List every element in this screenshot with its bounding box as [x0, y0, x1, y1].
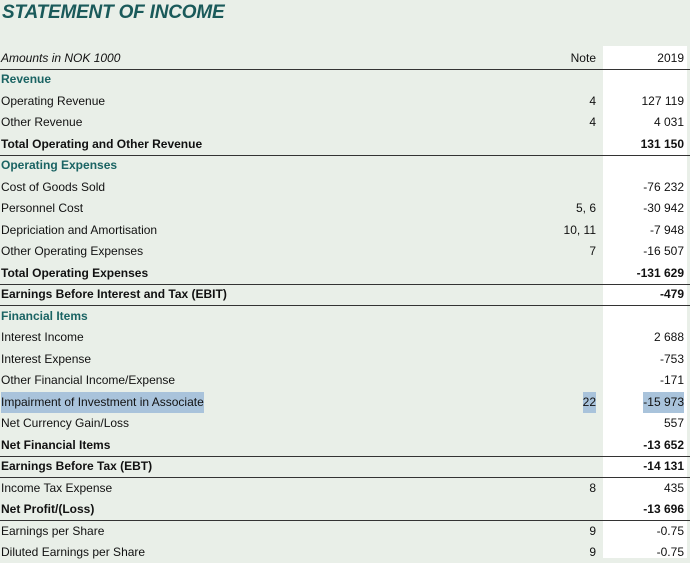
row-value: -13 652 [643, 438, 684, 452]
table-row: Interest Expense -753 [0, 349, 690, 370]
table-header: Amounts in NOK 1000 Note 2019 [0, 48, 690, 69]
row-value: 4 031 [653, 115, 684, 129]
row-label: Operating Revenue [1, 94, 106, 108]
table-row: Operating Revenue 4 127 119 [0, 91, 690, 112]
row-value: -14 131 [643, 459, 684, 473]
row-value: -7 948 [649, 223, 684, 237]
row-value: -13 696 [643, 502, 684, 516]
row-value: -15 973 [643, 392, 684, 413]
row-label: Depriciation and Amortisation [1, 223, 158, 237]
row-note: 4 [589, 115, 596, 129]
page-title: STATEMENT OF INCOME [2, 2, 225, 23]
table-row: Other Financial Income/Expense -171 [0, 370, 690, 391]
row-value: -0.75 [656, 524, 684, 538]
year-column-header: 2019 [657, 51, 684, 65]
row-label: Operating Expenses [1, 158, 118, 172]
row-value: 127 119 [641, 94, 685, 108]
row-label: Total Operating and Other Revenue [1, 137, 203, 151]
table-row: Personnel Cost 5, 6 -30 942 [0, 198, 690, 219]
row-label: Financial Items [1, 309, 88, 323]
table-row: Cost of Goods Sold -76 232 [0, 177, 690, 198]
section-header: Financial Items [0, 306, 690, 327]
row-value: -0.75 [656, 545, 684, 559]
row-value: -753 [659, 352, 684, 366]
row-note: 10, 11 [563, 223, 596, 237]
table-row: Depriciation and Amortisation 10, 11 -7 94… [0, 220, 690, 241]
table-row: Income Tax Expense 8 435 [0, 478, 690, 499]
total-row: Earnings Before Interest and Tax (EBIT) -… [0, 284, 690, 305]
row-label: Income Tax Expense [1, 481, 113, 495]
row-value: 557 [663, 416, 684, 430]
row-label: Other Revenue [1, 115, 83, 129]
row-note: 5, 6 [575, 201, 596, 215]
row-value: 435 [663, 481, 684, 495]
table-row: Diluted Earnings per Share 9 -0.75 [0, 542, 690, 563]
row-label: Interest Expense [1, 352, 92, 366]
row-value: -30 942 [643, 201, 684, 215]
table-row: Interest Income 2 688 [0, 327, 690, 348]
total-row: Net Financial Items -13 652 [0, 435, 690, 456]
row-label: Earnings Before Interest and Tax (EBIT) [1, 287, 227, 301]
row-value: 2 688 [653, 330, 684, 344]
row-value: -131 629 [636, 266, 684, 280]
table-row: Earnings per Share 9 -0.75 [0, 521, 690, 542]
row-label: Other Financial Income/Expense [1, 373, 176, 387]
row-note: 22 [582, 392, 596, 413]
total-row: Total Operating Expenses -131 629 [0, 263, 690, 284]
row-label: Net Profit/(Loss) [1, 502, 95, 516]
table-row: Net Currency Gain/Loss 557 [0, 413, 690, 434]
row-value: -16 507 [643, 244, 684, 258]
table-row: Impairment of Investment in Associate 22 -… [0, 392, 690, 413]
section-header: Operating Expenses [0, 155, 690, 176]
note-column-header: Note [570, 51, 596, 65]
total-row: Net Profit/(Loss) -13 696 [0, 499, 690, 520]
section-header: Revenue [0, 69, 690, 90]
total-row: Total Operating and Other Revenue 131 150 [0, 134, 690, 155]
row-label: Other Operating Expenses [1, 244, 144, 258]
row-label: Personnel Cost [1, 201, 84, 215]
row-note: 9 [589, 545, 596, 559]
row-label: Net Financial Items [1, 438, 111, 452]
row-value: 131 150 [640, 137, 684, 151]
row-label: Total Operating Expenses [1, 266, 149, 280]
table-row: Other Operating Expenses 7 -16 507 [0, 241, 690, 262]
row-note: 7 [589, 244, 596, 258]
row-label: Cost of Goods Sold [1, 180, 106, 194]
row-label: Earnings Before Tax (EBT) [1, 459, 153, 473]
row-note: 4 [589, 94, 596, 108]
row-label: Revenue [1, 72, 52, 86]
row-note: 9 [589, 524, 596, 538]
total-row: Earnings Before Tax (EBT) -14 131 [0, 456, 690, 477]
row-label: Interest Income [1, 330, 84, 344]
row-label: Impairment of Investment in Associate [1, 392, 204, 413]
row-value: -479 [659, 287, 684, 301]
row-label: Earnings per Share [1, 524, 105, 538]
row-value: -171 [659, 373, 684, 387]
row-value: -76 232 [643, 180, 684, 194]
row-label: Net Currency Gain/Loss [1, 416, 130, 430]
table-row: Other Revenue 4 4 031 [0, 112, 690, 133]
row-label: Diluted Earnings per Share [1, 545, 146, 559]
amounts-label: Amounts in NOK 1000 [1, 51, 121, 65]
row-note: 8 [589, 481, 596, 495]
